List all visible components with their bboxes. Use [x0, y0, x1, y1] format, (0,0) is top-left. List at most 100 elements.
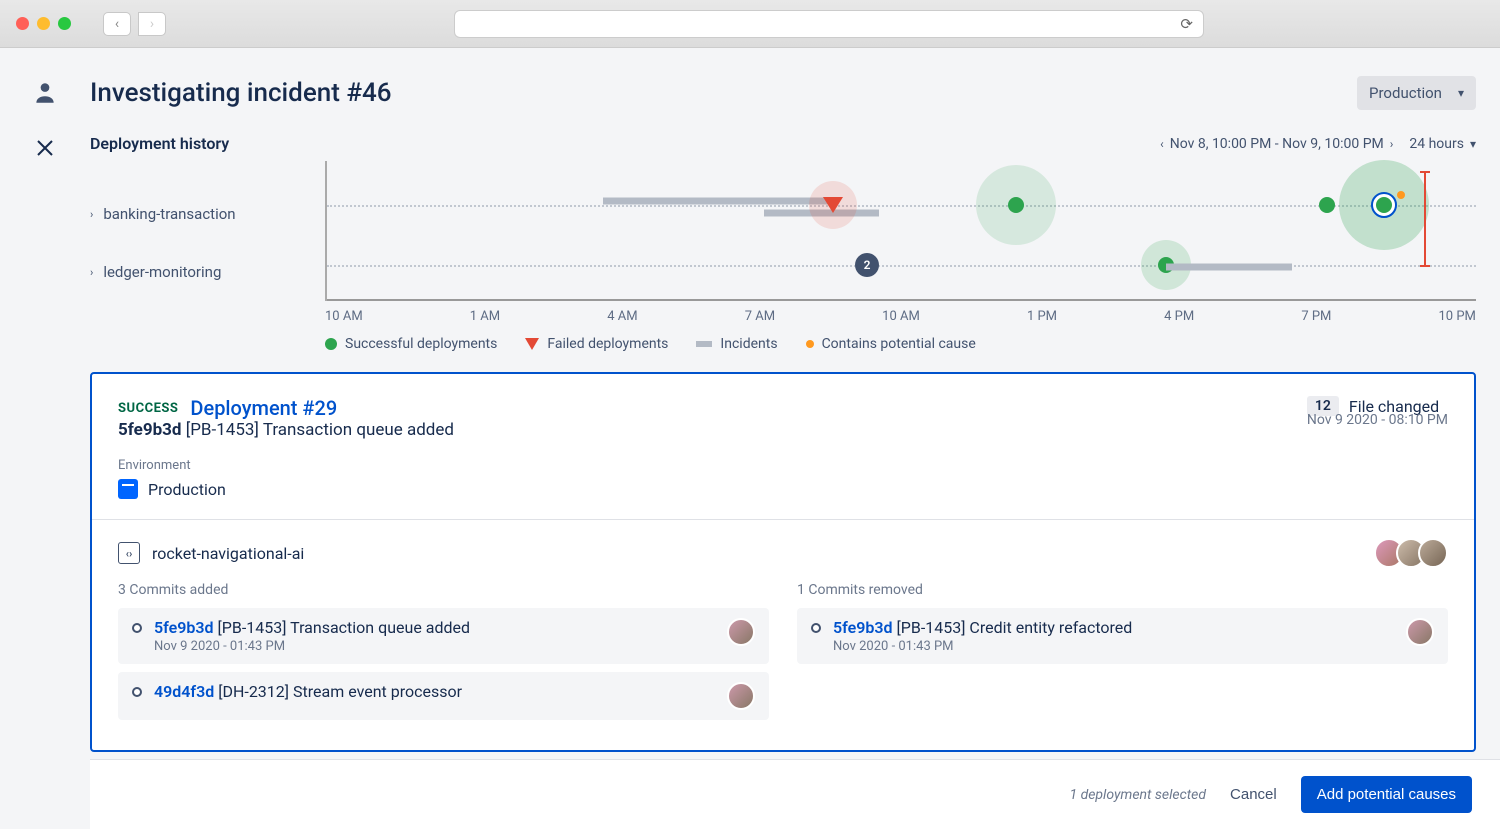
window-maximize-icon[interactable]	[58, 17, 71, 30]
chevron-down-icon: ▾	[1470, 137, 1476, 151]
date-prev-icon[interactable]: ‹	[1160, 137, 1164, 151]
contributor-avatars[interactable]	[1382, 538, 1448, 568]
add-potential-causes-button[interactable]: Add potential causes	[1301, 776, 1472, 813]
deployment-timestamp: Nov 9 2020 - 08:10 PM	[1307, 412, 1448, 428]
commits-removed-heading: 1 Commits removed	[797, 582, 1448, 598]
deployment-card-header: SUCCESS Deployment #29 5fe9b3d [PB-1453]…	[118, 396, 1448, 442]
commit-item[interactable]: 49d4f3d [DH-2312] Stream event processor	[118, 672, 769, 720]
browser-chrome: ‹ › ⟳	[0, 0, 1500, 48]
track-name: ledger-monitoring	[103, 263, 221, 281]
commit-message: [DH-2312] Stream event processor	[218, 682, 462, 701]
track-label-ledger[interactable]: › ledger-monitoring	[90, 243, 325, 301]
selection-bracket	[1424, 171, 1426, 267]
x-tick: 1 PM	[1027, 309, 1057, 324]
reload-icon[interactable]: ⟳	[1180, 15, 1193, 33]
x-tick: 10 AM	[882, 309, 920, 324]
separator	[92, 519, 1474, 520]
sidebar	[0, 48, 90, 829]
main: Investigating incident #46 Production ▾ …	[90, 48, 1500, 829]
track-name: banking-transaction	[103, 205, 235, 223]
commit-hash: 5fe9b3d	[118, 420, 181, 440]
x-tick: 4 AM	[607, 309, 637, 324]
track-labels: › banking-transaction › ledger-monitorin…	[90, 161, 325, 301]
deployment-success-icon[interactable]	[1319, 197, 1335, 213]
baseline	[327, 299, 1476, 301]
commit-node-icon	[132, 623, 142, 633]
commit-node-icon	[132, 687, 142, 697]
commit-hash-link[interactable]: 5fe9b3d	[833, 618, 893, 637]
commit-timestamp: Nov 9 2020 - 01:43 PM	[154, 639, 723, 654]
legend-failed: Failed deployments	[525, 336, 668, 352]
commit-timestamp: Nov 2020 - 01:43 PM	[833, 639, 1402, 654]
section-title: Deployment history	[90, 134, 229, 153]
x-tick: 4 PM	[1164, 309, 1194, 324]
timeline-chart[interactable]: 2	[325, 161, 1476, 301]
x-tick: 10 PM	[1439, 309, 1476, 324]
environment-dropdown[interactable]: Production ▾	[1357, 76, 1476, 110]
user-icon[interactable]	[32, 80, 58, 110]
x-tick: 7 PM	[1301, 309, 1331, 324]
avatar	[1418, 538, 1448, 568]
cancel-button[interactable]: Cancel	[1230, 786, 1277, 803]
deployment-failed-icon[interactable]	[823, 197, 843, 213]
code-icon: ‹›	[118, 542, 140, 564]
commits-removed-col: 1 Commits removed 5fe9b3d [PB-1453] Cred…	[797, 582, 1448, 728]
repo-row: ‹› rocket-navigational-ai	[118, 538, 1448, 568]
commit-headline: 5fe9b3d [PB-1453] Transaction queue adde…	[118, 420, 454, 440]
potential-cause-icon	[1397, 191, 1405, 199]
legend: Successful deployments Failed deployment…	[325, 336, 1476, 352]
range-preset-label: 24 hours	[1409, 136, 1464, 152]
avatar	[727, 682, 755, 710]
chevron-down-icon: ▾	[1458, 86, 1464, 100]
date-range-nav: ‹ Nov 8, 10:00 PM - Nov 9, 10:00 PM ›	[1160, 136, 1393, 152]
timeline: › banking-transaction › ledger-monitorin…	[90, 161, 1476, 301]
page-title: Investigating incident #46	[90, 78, 392, 108]
app-body: Investigating incident #46 Production ▾ …	[0, 48, 1500, 829]
commits-grid: 3 Commits added 5fe9b3d [PB-1453] Transa…	[118, 582, 1448, 728]
x-tick: 1 AM	[470, 309, 500, 324]
environment-row: Production	[118, 479, 1448, 499]
commits-added-col: 3 Commits added 5fe9b3d [PB-1453] Transa…	[118, 582, 769, 728]
track-line	[327, 265, 1476, 267]
chevron-right-icon: ›	[90, 266, 93, 279]
production-env-icon	[118, 479, 138, 499]
commit-message: [PB-1453] Transaction queue added	[186, 420, 454, 440]
date-range-text: Nov 8, 10:00 PM - Nov 9, 10:00 PM	[1170, 136, 1384, 152]
deployment-success-icon[interactable]	[1008, 197, 1024, 213]
header-row: Investigating incident #46 Production ▾	[90, 76, 1476, 110]
x-tick: 10 AM	[325, 309, 363, 324]
legend-cause: Contains potential cause	[806, 336, 976, 352]
deployment-selected[interactable]	[1371, 192, 1397, 218]
nav-back-button[interactable]: ‹	[103, 12, 131, 36]
track-label-banking[interactable]: › banking-transaction	[90, 185, 325, 243]
url-bar[interactable]: ⟳	[454, 10, 1204, 38]
traffic-lights	[16, 17, 71, 30]
commit-hash-link[interactable]: 5fe9b3d	[154, 618, 214, 637]
footer-bar: 1 deployment selected Cancel Add potenti…	[90, 759, 1500, 829]
close-icon[interactable]	[36, 138, 54, 162]
commit-node-icon	[811, 623, 821, 633]
range-preset-dropdown[interactable]: 24 hours ▾	[1409, 136, 1476, 152]
incident-bar	[1166, 264, 1292, 271]
commit-message: [PB-1453] Credit entity refactored	[897, 618, 1133, 637]
avatar	[1406, 618, 1434, 646]
deployment-cluster-badge[interactable]: 2	[855, 253, 879, 277]
date-controls: ‹ Nov 8, 10:00 PM - Nov 9, 10:00 PM › 24…	[1160, 136, 1476, 152]
commit-item[interactable]: 5fe9b3d [PB-1453] Transaction queue adde…	[118, 608, 769, 664]
window-minimize-icon[interactable]	[37, 17, 50, 30]
track-line	[327, 205, 1476, 207]
window-close-icon[interactable]	[16, 17, 29, 30]
chevron-right-icon: ›	[90, 208, 93, 221]
commit-message: [PB-1453] Transaction queue added	[218, 618, 471, 637]
repo-name[interactable]: rocket-navigational-ai	[152, 544, 304, 563]
x-tick: 7 AM	[745, 309, 775, 324]
commit-item[interactable]: 5fe9b3d [PB-1453] Credit entity refactor…	[797, 608, 1448, 664]
deployment-number-link[interactable]: Deployment #29	[190, 396, 337, 420]
legend-success: Successful deployments	[325, 336, 497, 352]
deployment-card: SUCCESS Deployment #29 5fe9b3d [PB-1453]…	[90, 372, 1476, 752]
nav-forward-button[interactable]: ›	[138, 12, 166, 36]
commit-hash-link[interactable]: 49d4f3d	[154, 682, 214, 701]
commits-added-heading: 3 Commits added	[118, 582, 769, 598]
avatar	[727, 618, 755, 646]
date-next-icon[interactable]: ›	[1390, 137, 1394, 151]
